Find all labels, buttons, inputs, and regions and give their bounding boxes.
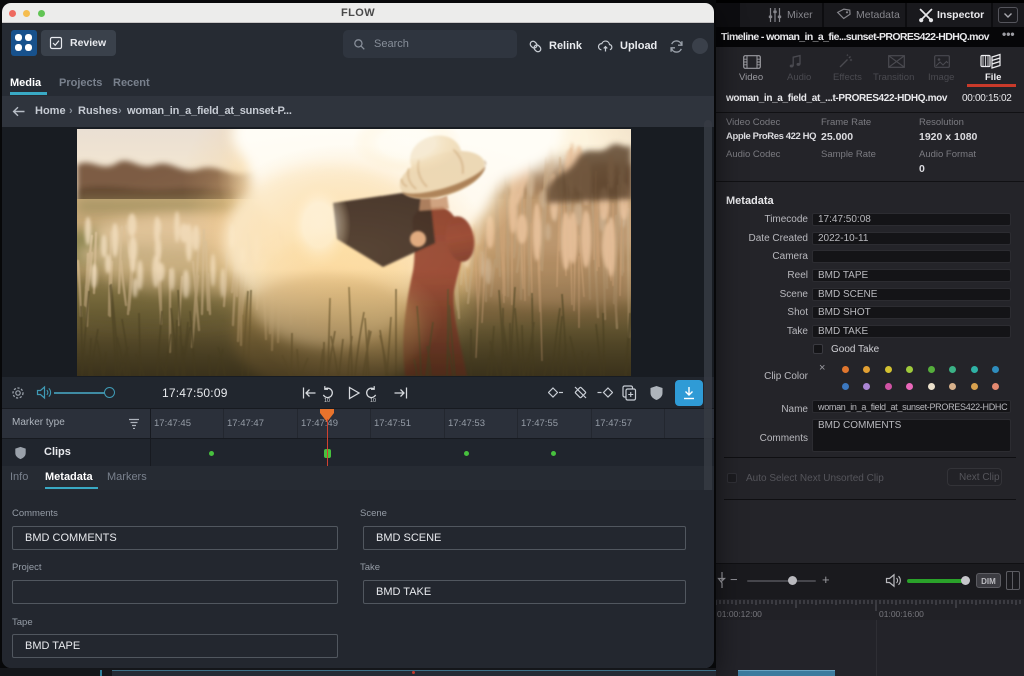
- svg-text:10: 10: [370, 398, 376, 402]
- svg-text:10: 10: [324, 398, 330, 402]
